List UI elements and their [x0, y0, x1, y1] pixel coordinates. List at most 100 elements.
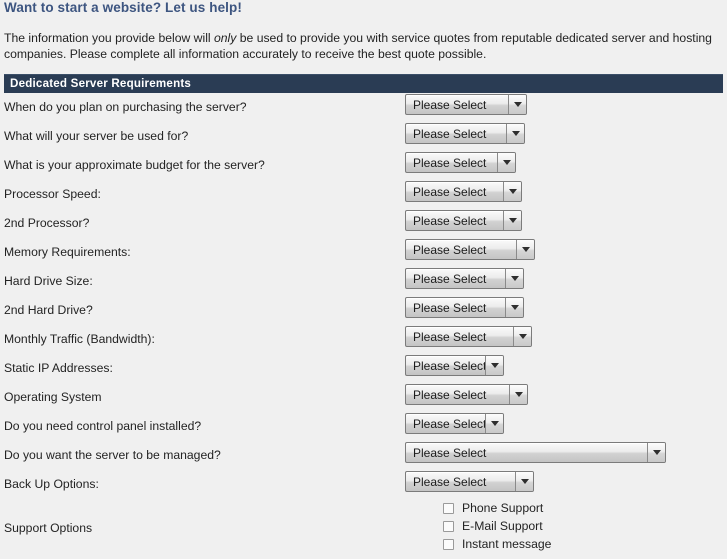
select-dropdown[interactable]: Please Select — [405, 384, 528, 405]
form-row-label: What will your server be used for? — [4, 129, 189, 143]
form-row-label: 2nd Processor? — [4, 216, 90, 230]
form-row: Static IP Addresses: Please Select — [0, 354, 727, 383]
checkbox-instant-message[interactable] — [443, 538, 454, 550]
chevron-down-icon[interactable] — [485, 356, 503, 375]
checkbox-label: Phone Support — [462, 501, 544, 515]
requirements-form: When do you plan on purchasing the serve… — [0, 93, 727, 559]
form-row: When do you plan on purchasing the serve… — [0, 93, 727, 122]
checkbox-e-mail-support[interactable] — [443, 520, 454, 532]
chevron-down-icon[interactable] — [513, 327, 531, 346]
chevron-down-glyph — [510, 305, 519, 310]
select-value: Please Select — [413, 242, 487, 257]
checkbox-phone-support[interactable] — [443, 502, 454, 514]
form-row-label: When do you plan on purchasing the serve… — [4, 100, 247, 114]
select-dropdown[interactable]: Please Select — [405, 326, 532, 347]
section-header-bar: Dedicated Server Requirements — [4, 74, 723, 93]
select-value: Please Select — [413, 97, 487, 112]
chevron-down-icon[interactable] — [509, 385, 527, 404]
select-dropdown[interactable]: Please Select — [405, 471, 534, 492]
form-row-label: 2nd Hard Drive? — [4, 303, 93, 317]
select-dropdown[interactable]: Please Select — [405, 239, 535, 260]
chevron-down-icon[interactable] — [505, 298, 523, 317]
support-options-label: Support Options — [4, 521, 93, 535]
form-row: Do you need control panel installed? Plea… — [0, 412, 727, 441]
select-dropdown[interactable]: Please Select — [405, 413, 504, 434]
checkbox-label: E-Mail Support — [462, 519, 543, 533]
select-dropdown[interactable]: Please Select — [405, 355, 504, 376]
select-dropdown[interactable]: Please Select — [405, 181, 522, 202]
chevron-down-icon[interactable] — [485, 414, 503, 433]
select-value: Please Select — [413, 213, 487, 228]
intro-emphasis-only: only — [214, 31, 237, 45]
chevron-down-icon[interactable] — [503, 211, 521, 230]
support-options-row: Support Options Phone Support E-Mail Suppo… — [0, 499, 727, 559]
chevron-down-icon[interactable] — [515, 472, 533, 491]
chevron-down-glyph — [652, 450, 661, 455]
chevron-down-glyph — [490, 421, 499, 426]
form-row: Monthly Traffic (Bandwidth): Please Selec… — [0, 325, 727, 354]
chevron-down-glyph — [511, 131, 520, 136]
intro-text-part1: The information you provide below will — [4, 31, 214, 45]
select-value: Please Select — [413, 184, 487, 199]
form-row-label: Do you want the server to be managed? — [4, 448, 221, 462]
chevron-down-glyph — [513, 102, 522, 107]
form-row-label: Do you need control panel installed? — [4, 419, 202, 433]
chevron-down-glyph — [520, 479, 529, 484]
select-dropdown[interactable]: Please Select — [405, 442, 666, 463]
select-dropdown[interactable]: Please Select — [405, 297, 524, 318]
form-row-label: Back Up Options: — [4, 477, 99, 491]
form-row-label: Operating System — [4, 390, 102, 404]
form-row-label: What is your approximate budget for the … — [4, 158, 265, 172]
form-row: What is your approximate budget for the … — [0, 151, 727, 180]
select-dropdown[interactable]: Please Select — [405, 268, 524, 289]
chevron-down-icon[interactable] — [497, 153, 515, 172]
quote-request-page: Want to start a website? Let us help! Th… — [0, 0, 727, 551]
select-dropdown[interactable]: Please Select — [405, 152, 516, 173]
form-row: 2nd Processor? Please Select — [0, 209, 727, 238]
checkbox-label: Instant message — [462, 537, 552, 551]
chevron-down-glyph — [521, 247, 530, 252]
form-row: 2nd Hard Drive? Please Select — [0, 296, 727, 325]
checkbox-row[interactable]: Instant message — [443, 535, 551, 553]
form-row: What will your server be used for? Please… — [0, 122, 727, 151]
checkbox-row[interactable]: Phone Support — [443, 499, 551, 517]
select-value: Please Select — [413, 474, 487, 489]
select-dropdown[interactable]: Please Select — [405, 210, 522, 231]
form-row: Memory Requirements: Please Select — [0, 238, 727, 267]
chevron-down-icon[interactable] — [516, 240, 534, 259]
chevron-down-glyph — [510, 276, 519, 281]
form-row: Operating System Please Select — [0, 383, 727, 412]
checkbox-row[interactable]: E-Mail Support — [443, 517, 551, 535]
chevron-down-icon[interactable] — [506, 124, 524, 143]
form-row-label: Processor Speed: — [4, 187, 101, 201]
page-headline: Want to start a website? Let us help! — [4, 0, 242, 15]
select-value: Please Select — [413, 155, 487, 170]
form-row-label: Monthly Traffic (Bandwidth): — [4, 332, 155, 346]
chevron-down-glyph — [502, 160, 511, 165]
chevron-down-glyph — [490, 363, 499, 368]
select-dropdown[interactable]: Please Select — [405, 94, 527, 115]
intro-paragraph: The information you provide below will o… — [4, 30, 720, 62]
select-value: Please Select — [413, 126, 487, 141]
select-value: Please Select — [413, 358, 485, 373]
chevron-down-icon[interactable] — [505, 269, 523, 288]
chevron-down-icon[interactable] — [508, 95, 526, 114]
form-row: Back Up Options: Please Select — [0, 470, 727, 499]
select-value: Please Select — [413, 329, 487, 344]
form-row: Do you want the server to be managed? Ple… — [0, 441, 727, 470]
select-value: Please Select — [413, 416, 485, 431]
select-dropdown[interactable]: Please Select — [405, 123, 525, 144]
chevron-down-icon[interactable] — [647, 443, 665, 462]
form-row-label: Hard Drive Size: — [4, 274, 93, 288]
form-row-label: Static IP Addresses: — [4, 361, 113, 375]
chevron-down-glyph — [514, 392, 523, 397]
chevron-down-glyph — [508, 189, 517, 194]
form-row-label: Memory Requirements: — [4, 245, 131, 259]
chevron-down-icon[interactable] — [503, 182, 521, 201]
select-value: Please Select — [413, 387, 487, 402]
select-value: Please Select — [413, 271, 487, 286]
form-row: Processor Speed: Please Select — [0, 180, 727, 209]
select-value: Please Select — [413, 300, 487, 315]
form-row: Hard Drive Size: Please Select — [0, 267, 727, 296]
section-title: Dedicated Server Requirements — [10, 77, 192, 90]
